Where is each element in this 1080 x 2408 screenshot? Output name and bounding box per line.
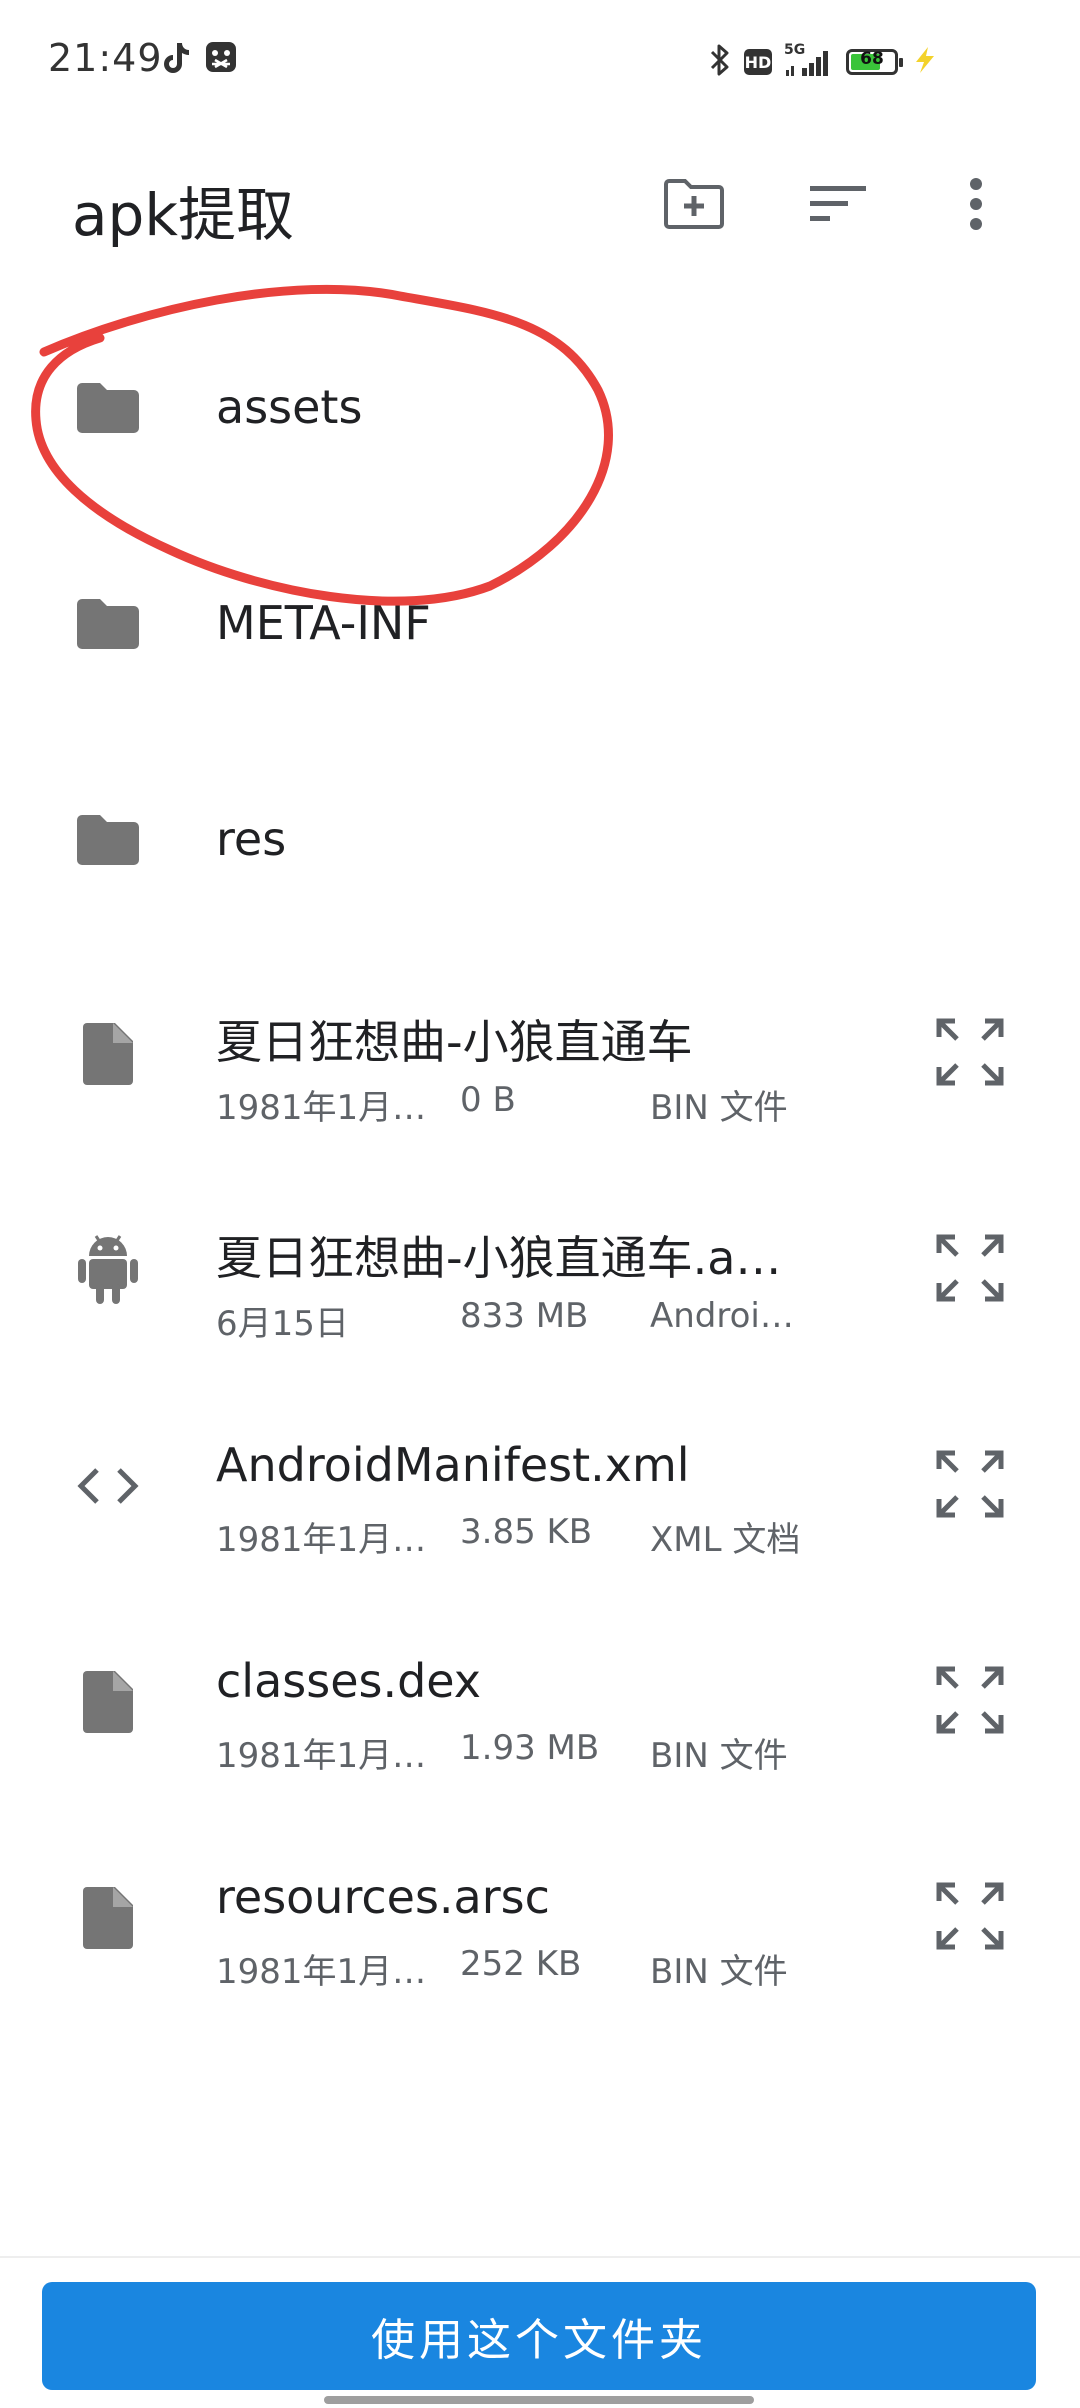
expand-icon xyxy=(936,1450,1004,1518)
file-size: 3.85 KB xyxy=(460,1512,593,1552)
expand-icon xyxy=(936,1666,1004,1734)
file-type: Androi… xyxy=(650,1296,794,1336)
file-date: 6月15日 xyxy=(216,1304,349,1344)
file-type: BIN 文件 xyxy=(650,1952,788,1992)
file-size: 1.93 MB xyxy=(460,1728,600,1768)
folder-icon xyxy=(64,364,152,452)
file-name: assets xyxy=(216,380,363,434)
hd-icon: HD xyxy=(744,49,772,75)
screenshot-app-icon xyxy=(204,40,238,78)
folder-icon xyxy=(64,796,152,884)
battery-level: 68 xyxy=(860,49,884,69)
file-name: res xyxy=(216,812,287,866)
file-name: resources.arsc xyxy=(216,1870,550,1924)
more-vert-icon xyxy=(968,178,984,234)
page-title: apk提取 xyxy=(72,181,294,249)
expand-button[interactable] xyxy=(930,1012,1010,1092)
file-date: 1981年1月… xyxy=(216,1736,427,1776)
file-date: 1981年1月… xyxy=(216,1520,427,1560)
use-folder-button[interactable]: 使用这个文件夹 xyxy=(42,2282,1036,2390)
file-name: 夏日狂想曲-小狼直通车.a… xyxy=(216,1231,782,1285)
new-folder-button[interactable] xyxy=(658,170,730,242)
gesture-nav-handle[interactable] xyxy=(324,2396,754,2404)
list-item-file[interactable]: resources.arsc 1981年1月… 252 KB BIN 文件 xyxy=(0,1812,1080,2028)
expand-button[interactable] xyxy=(930,1660,1010,1740)
battery-icon: 68 xyxy=(846,49,903,75)
bottom-divider xyxy=(0,2256,1080,2258)
expand-button[interactable] xyxy=(930,1876,1010,1956)
android-icon xyxy=(64,1226,152,1314)
tiktok-icon xyxy=(160,40,192,80)
new-folder-icon xyxy=(663,178,725,234)
list-item-file[interactable]: AndroidManifest.xml 1981年1月… 3.85 KB XML… xyxy=(0,1380,1080,1596)
signal-icon: 5G xyxy=(784,42,834,78)
list-item-folder[interactable]: res xyxy=(0,732,1080,948)
file-icon xyxy=(64,1874,152,1962)
file-name: classes.dex xyxy=(216,1654,481,1708)
file-type: XML 文档 xyxy=(650,1520,801,1560)
file-name: META-INF xyxy=(216,596,431,650)
bluetooth-icon xyxy=(708,43,732,81)
file-type: BIN 文件 xyxy=(650,1088,788,1128)
sort-icon xyxy=(810,184,866,228)
file-date: 1981年1月… xyxy=(216,1088,427,1128)
list-item-folder[interactable]: META-INF xyxy=(0,516,1080,732)
list-item-file[interactable]: classes.dex 1981年1月… 1.93 MB BIN 文件 xyxy=(0,1596,1080,1812)
code-icon xyxy=(64,1442,152,1530)
status-icons: HD 5G 68 xyxy=(708,42,940,82)
expand-icon xyxy=(936,1882,1004,1950)
file-date: 1981年1月… xyxy=(216,1952,427,1992)
folder-icon xyxy=(64,580,152,668)
list-item-folder[interactable]: assets xyxy=(0,300,1080,516)
file-icon xyxy=(64,1658,152,1746)
file-icon xyxy=(64,1010,152,1098)
charging-icon xyxy=(910,45,940,79)
file-name: 夏日狂想曲-小狼直通车 xyxy=(216,1015,693,1069)
sort-button[interactable] xyxy=(802,170,874,242)
expand-icon xyxy=(936,1234,1004,1302)
file-size: 0 B xyxy=(460,1080,516,1120)
expand-button[interactable] xyxy=(930,1444,1010,1524)
expand-icon xyxy=(936,1018,1004,1086)
expand-button[interactable] xyxy=(930,1228,1010,1308)
file-type: BIN 文件 xyxy=(650,1736,788,1776)
more-options-button[interactable] xyxy=(940,170,1012,242)
file-size: 833 MB xyxy=(460,1296,589,1336)
list-item-file[interactable]: 夏日狂想曲-小狼直通车.a… 6月15日 833 MB Androi… xyxy=(0,1164,1080,1380)
status-bar: 21:49 HD 5G 68 xyxy=(0,0,1080,120)
file-name: AndroidManifest.xml xyxy=(216,1438,690,1492)
file-size: 252 KB xyxy=(460,1944,582,1984)
list-item-file[interactable]: 夏日狂想曲-小狼直通车 1981年1月… 0 B BIN 文件 xyxy=(0,948,1080,1164)
status-time: 21:49 xyxy=(48,36,163,80)
